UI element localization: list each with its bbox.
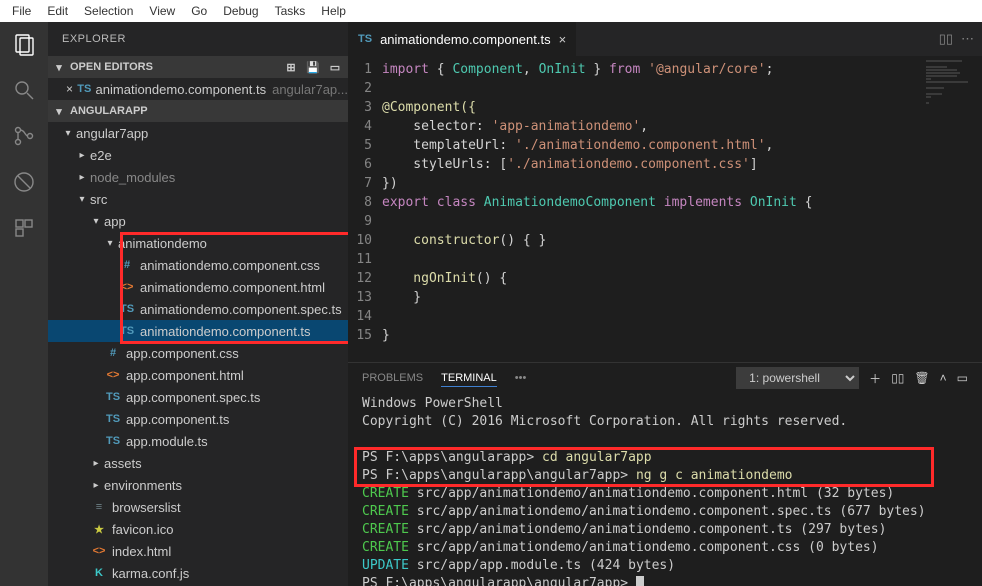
menu-view[interactable]: View	[141, 2, 183, 20]
tab-label: animationdemo.component.ts	[380, 32, 551, 47]
file-anim-css[interactable]: #animationdemo.component.css	[48, 254, 348, 276]
ts-file-icon: TS	[118, 303, 136, 315]
file-app-spec[interactable]: TSapp.component.spec.ts	[48, 386, 348, 408]
new-file-icon[interactable]: ⊞	[282, 58, 300, 76]
html-file-icon: <>	[90, 545, 108, 557]
file-tree: ▾angular7app ▸e2e ▸node_modules ▾src ▾ap…	[48, 122, 348, 584]
close-icon[interactable]: ×	[66, 82, 73, 96]
open-editors-header[interactable]: ▾ OPEN EDITORS ⊞ 💾 ▭	[48, 56, 348, 78]
html-file-icon: <>	[118, 281, 136, 293]
panel: PROBLEMS TERMINAL ••• 1: powershell ＋ ▯▯…	[348, 362, 982, 586]
open-editor-name: animationdemo.component.ts	[96, 82, 267, 97]
html-file-icon: <>	[104, 369, 122, 381]
terminal-cursor	[636, 576, 644, 586]
project-label: ANGULARAPP	[70, 105, 148, 117]
extensions-icon[interactable]	[10, 214, 38, 242]
terminal-output[interactable]: Windows PowerShell Copyright (C) 2016 Mi…	[348, 393, 982, 586]
folder-assets[interactable]: ▸assets	[48, 452, 348, 474]
file-anim-spec[interactable]: TSanimationdemo.component.spec.ts	[48, 298, 348, 320]
tab-bar: TS animationdemo.component.ts × ▯▯ ⋯	[348, 22, 982, 56]
minimap[interactable]	[922, 56, 982, 362]
explorer-icon[interactable]	[10, 30, 38, 58]
menu-tasks[interactable]: Tasks	[267, 2, 314, 20]
kill-terminal-icon[interactable]: 🗑	[914, 371, 929, 385]
code-editor[interactable]: 123456789101112131415 import { Component…	[348, 56, 982, 362]
split-editor-icon[interactable]: ▯▯	[939, 31, 953, 47]
search-icon[interactable]	[10, 76, 38, 104]
code-content[interactable]: import { Component, OnInit } from '@angu…	[382, 56, 922, 362]
more-actions-icon[interactable]: ⋯	[961, 31, 974, 47]
close-icon[interactable]: ×	[559, 32, 567, 47]
save-all-icon[interactable]: 💾	[304, 58, 322, 76]
ts-file-icon: TS	[118, 325, 136, 337]
list-file-icon: ≡	[90, 501, 108, 513]
close-all-icon[interactable]: ▭	[326, 58, 344, 76]
chevron-down-icon: ▾	[52, 105, 66, 118]
ts-file-icon: TS	[104, 391, 122, 403]
menu-help[interactable]: Help	[313, 2, 354, 20]
open-editors-label: OPEN EDITORS	[70, 61, 153, 73]
menu-debug[interactable]: Debug	[215, 2, 266, 20]
panel-tabs: PROBLEMS TERMINAL ••• 1: powershell ＋ ▯▯…	[348, 363, 982, 393]
split-terminal-icon[interactable]: ▯▯	[891, 371, 904, 385]
activity-bar	[0, 22, 48, 586]
tab-terminal[interactable]: TERMINAL	[441, 370, 497, 387]
favicon-icon: ★	[90, 523, 108, 536]
tab-problems[interactable]: PROBLEMS	[362, 370, 423, 386]
ts-file-icon: TS	[104, 435, 122, 447]
editor-area: TS animationdemo.component.ts × ▯▯ ⋯ 123…	[348, 22, 982, 586]
file-app-module[interactable]: TSapp.module.ts	[48, 430, 348, 452]
close-panel-icon[interactable]: ▭	[957, 371, 968, 385]
folder-root[interactable]: ▾angular7app	[48, 122, 348, 144]
line-numbers: 123456789101112131415	[348, 56, 382, 362]
open-editor-item[interactable]: × TS animationdemo.component.ts angular7…	[48, 78, 348, 100]
debug-icon[interactable]	[10, 168, 38, 196]
css-file-icon: #	[104, 347, 122, 359]
karma-file-icon: K	[90, 567, 108, 579]
chevron-down-icon: ▾	[52, 61, 66, 74]
folder-animationdemo[interactable]: ▾animationdemo	[48, 232, 348, 254]
project-header[interactable]: ▾ ANGULARAPP	[48, 100, 348, 122]
file-app-html[interactable]: <>app.component.html	[48, 364, 348, 386]
file-app-ts[interactable]: TSapp.component.ts	[48, 408, 348, 430]
file-anim-html[interactable]: <>animationdemo.component.html	[48, 276, 348, 298]
folder-e2e[interactable]: ▸e2e	[48, 144, 348, 166]
maximize-panel-icon[interactable]: ˄	[940, 371, 947, 385]
folder-environments[interactable]: ▸environments	[48, 474, 348, 496]
folder-app[interactable]: ▾app	[48, 210, 348, 232]
file-index[interactable]: <>index.html	[48, 540, 348, 562]
open-editor-hint: angular7ap...	[272, 82, 348, 97]
file-browserslist[interactable]: ≡browserslist	[48, 496, 348, 518]
menu-file[interactable]: File	[4, 2, 39, 20]
new-terminal-icon[interactable]: ＋	[869, 370, 881, 387]
ts-file-icon: TS	[77, 83, 92, 95]
css-file-icon: #	[118, 259, 136, 271]
terminal-selector[interactable]: 1: powershell	[736, 367, 859, 389]
overflow-icon[interactable]: •••	[515, 372, 527, 384]
menu-edit[interactable]: Edit	[39, 2, 76, 20]
file-favicon[interactable]: ★favicon.ico	[48, 518, 348, 540]
file-karma[interactable]: Kkarma.conf.js	[48, 562, 348, 584]
menu-go[interactable]: Go	[183, 2, 215, 20]
file-app-css[interactable]: #app.component.css	[48, 342, 348, 364]
open-editors-list: × TS animationdemo.component.ts angular7…	[48, 78, 348, 100]
sidebar-title: EXPLORER	[48, 22, 348, 56]
source-control-icon[interactable]	[10, 122, 38, 150]
sidebar: EXPLORER ▾ OPEN EDITORS ⊞ 💾 ▭ × TS anima…	[48, 22, 348, 586]
ts-file-icon: TS	[104, 413, 122, 425]
menu-selection[interactable]: Selection	[76, 2, 141, 20]
folder-src[interactable]: ▾src	[48, 188, 348, 210]
editor-tab[interactable]: TS animationdemo.component.ts ×	[348, 22, 577, 56]
folder-node-modules[interactable]: ▸node_modules	[48, 166, 348, 188]
ts-file-icon: TS	[358, 33, 372, 45]
file-anim-ts[interactable]: TSanimationdemo.component.ts	[48, 320, 348, 342]
menubar: File Edit Selection View Go Debug Tasks …	[0, 0, 982, 22]
